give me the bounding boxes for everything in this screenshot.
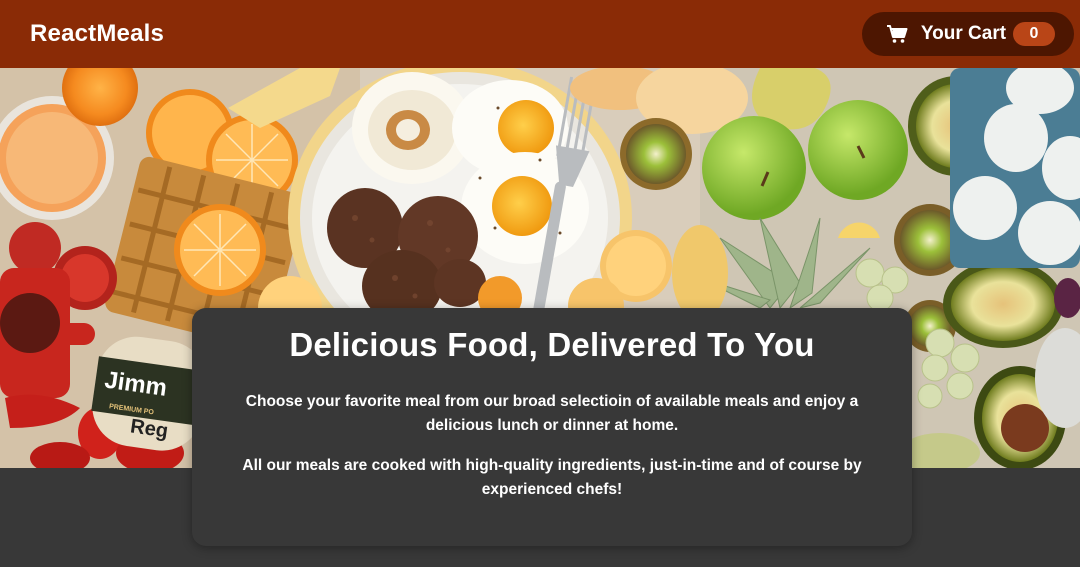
- cart-label: Your Cart: [920, 23, 1007, 44]
- brand-title: ReactMeals: [30, 20, 165, 47]
- cart-button[interactable]: Your Cart 0: [862, 12, 1074, 56]
- summary-paragraph-1: Choose your favorite meal from our broad…: [245, 393, 859, 434]
- app-header: ReactMeals Your Cart 0: [0, 0, 1080, 68]
- cart-count-badge: 0: [1013, 22, 1055, 46]
- summary-card: Delicious Food, Delivered To You Choose …: [192, 308, 912, 546]
- summary-title: Delicious Food, Delivered To You: [289, 326, 815, 363]
- shopping-cart-icon: [886, 23, 908, 45]
- summary-paragraph-2: All our meals are cooked with high-quali…: [242, 457, 862, 498]
